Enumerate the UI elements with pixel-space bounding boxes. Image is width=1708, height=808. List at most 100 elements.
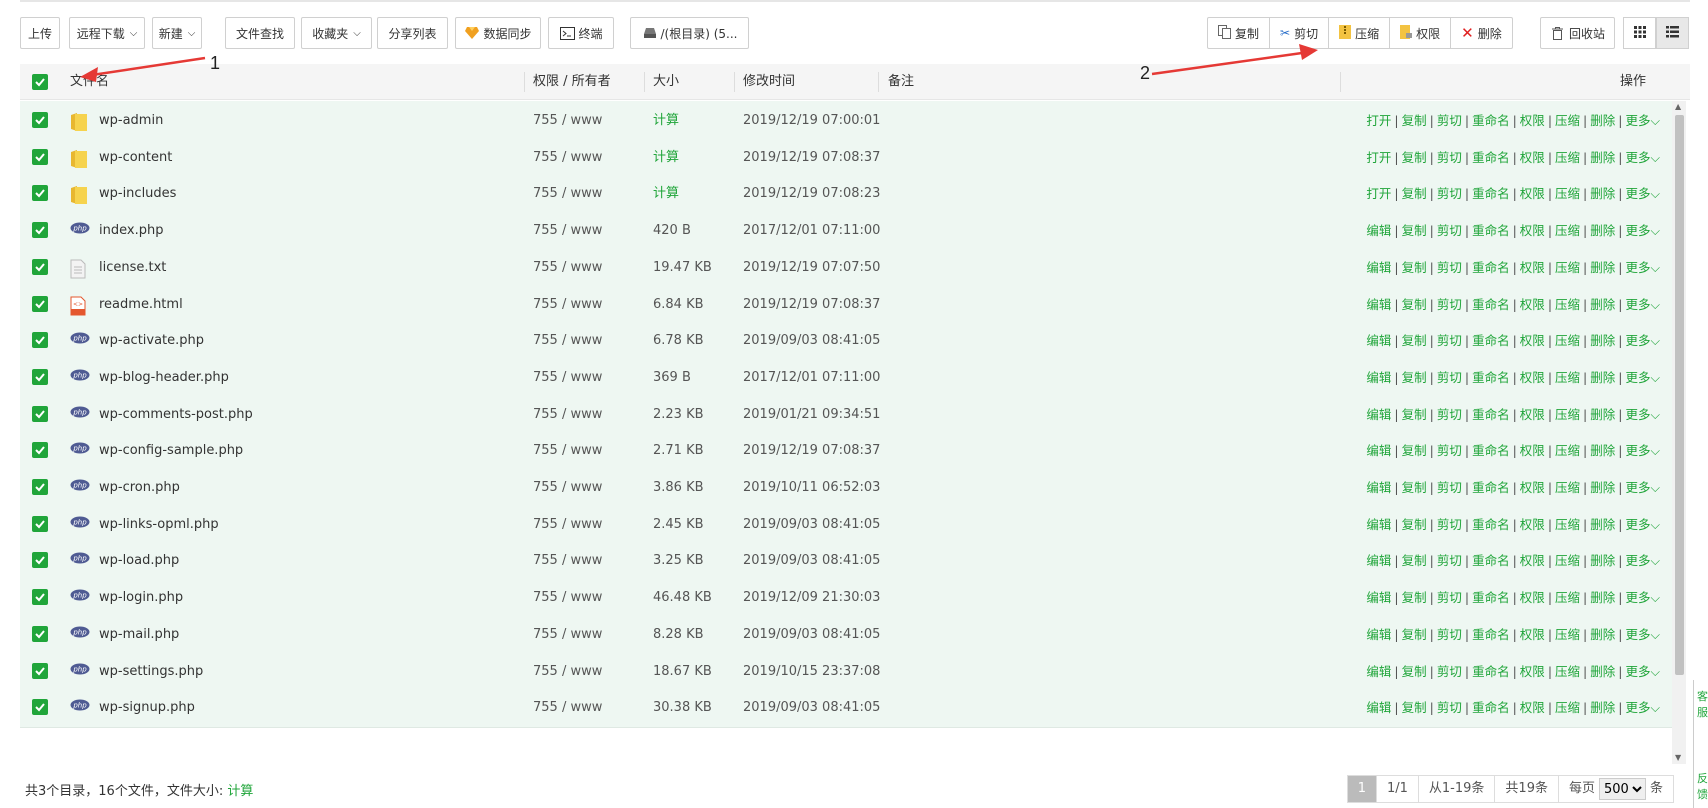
- calc-total-size-link[interactable]: 计算: [227, 784, 253, 799]
- row-action-item[interactable]: 复制: [1402, 443, 1427, 458]
- row-action-item[interactable]: 删除: [1590, 700, 1615, 715]
- header-mtime[interactable]: 修改时间: [743, 64, 795, 100]
- row-action-more[interactable]: 更多: [1626, 700, 1651, 715]
- row-action-item[interactable]: 删除: [1590, 627, 1615, 642]
- file-name[interactable]: license.txt: [99, 248, 166, 288]
- scroll-down-icon[interactable]: ▼: [1675, 754, 1683, 762]
- row-action-item[interactable]: 复制: [1402, 297, 1427, 312]
- file-size[interactable]: 计算: [653, 138, 679, 178]
- file-name[interactable]: wp-activate.php: [99, 321, 204, 361]
- row-action-item[interactable]: 编辑: [1366, 407, 1391, 422]
- row-action-item[interactable]: 权限: [1520, 297, 1545, 312]
- grid-view-button[interactable]: [1623, 17, 1656, 49]
- table-row[interactable]: php wp-mail.php 755 / www 8.28 KB 2019/0…: [20, 614, 1672, 655]
- row-action-item[interactable]: 压缩: [1555, 700, 1580, 715]
- row-action-item[interactable]: 压缩: [1555, 480, 1580, 495]
- row-action-item[interactable]: 删除: [1590, 113, 1615, 128]
- file-perm[interactable]: 755 / www: [533, 138, 602, 178]
- row-action-item[interactable]: 删除: [1590, 370, 1615, 385]
- row-action-item[interactable]: 重命名: [1472, 297, 1510, 312]
- row-action-item[interactable]: 重命名: [1472, 113, 1510, 128]
- file-perm[interactable]: 755 / www: [533, 578, 602, 618]
- row-action-item[interactable]: 删除: [1590, 480, 1615, 495]
- row-action-item[interactable]: 权限: [1520, 517, 1545, 532]
- header-name[interactable]: 文件名: [70, 64, 109, 100]
- row-action-item[interactable]: 编辑: [1366, 443, 1391, 458]
- per-page-select[interactable]: 500: [1598, 778, 1646, 800]
- row-action-item[interactable]: 重命名: [1472, 553, 1510, 568]
- row-action-item[interactable]: 删除: [1590, 517, 1615, 532]
- row-action-more[interactable]: 更多: [1626, 480, 1651, 495]
- row-action-item[interactable]: 删除: [1590, 260, 1615, 275]
- file-perm[interactable]: 755 / www: [533, 101, 602, 141]
- table-row[interactable]: php wp-blog-header.php 755 / www 369 B 2…: [20, 357, 1672, 398]
- table-row[interactable]: wp-includes 755 / www 计算 2019/12/19 07:0…: [20, 174, 1672, 215]
- row-action-item[interactable]: 剪切: [1437, 186, 1462, 201]
- row-action-item[interactable]: 重命名: [1472, 517, 1510, 532]
- file-name[interactable]: wp-config-sample.php: [99, 431, 243, 471]
- file-name[interactable]: wp-settings.php: [99, 652, 203, 692]
- row-action-item[interactable]: 删除: [1590, 590, 1615, 605]
- row-action-item[interactable]: 重命名: [1472, 664, 1510, 679]
- row-action-item[interactable]: 权限: [1520, 627, 1545, 642]
- table-row[interactable]: php wp-activate.php 755 / www 6.78 KB 20…: [20, 321, 1672, 362]
- file-perm[interactable]: 755 / www: [533, 505, 602, 545]
- row-checkbox[interactable]: [32, 332, 48, 349]
- file-name[interactable]: index.php: [99, 211, 163, 251]
- row-checkbox[interactable]: [32, 552, 48, 569]
- header-perm[interactable]: 权限 / 所有者: [533, 64, 611, 100]
- file-size[interactable]: 计算: [653, 174, 679, 214]
- row-action-item[interactable]: 剪切: [1437, 517, 1462, 532]
- row-action-item[interactable]: 权限: [1520, 443, 1545, 458]
- row-action-item[interactable]: 删除: [1590, 297, 1615, 312]
- row-action-item[interactable]: 删除: [1590, 223, 1615, 238]
- file-perm[interactable]: 755 / www: [533, 615, 602, 655]
- row-action-item[interactable]: 编辑: [1366, 333, 1391, 348]
- row-action-item[interactable]: 复制: [1402, 260, 1427, 275]
- row-action-more[interactable]: 更多: [1626, 186, 1651, 201]
- scrollbar-thumb[interactable]: [1675, 115, 1684, 675]
- row-checkbox[interactable]: [32, 295, 48, 312]
- row-action-item[interactable]: 压缩: [1555, 333, 1580, 348]
- delete-button[interactable]: ✕ 删除: [1451, 18, 1512, 48]
- row-action-item[interactable]: 复制: [1402, 664, 1427, 679]
- row-action-item[interactable]: 压缩: [1555, 150, 1580, 165]
- row-action-item[interactable]: 删除: [1590, 333, 1615, 348]
- row-action-item[interactable]: 权限: [1520, 553, 1545, 568]
- row-action-item[interactable]: 压缩: [1555, 407, 1580, 422]
- row-action-item[interactable]: 编辑: [1366, 590, 1391, 605]
- row-action-item[interactable]: 权限: [1520, 260, 1545, 275]
- row-checkbox[interactable]: [32, 405, 48, 422]
- scroll-up-icon[interactable]: ▲: [1675, 103, 1683, 111]
- row-action-item[interactable]: 剪切: [1437, 223, 1462, 238]
- row-action-item[interactable]: 权限: [1520, 186, 1545, 201]
- row-action-item[interactable]: 权限: [1520, 370, 1545, 385]
- row-action-more[interactable]: 更多: [1626, 553, 1651, 568]
- row-action-item[interactable]: 复制: [1402, 700, 1427, 715]
- row-action-item[interactable]: 压缩: [1555, 664, 1580, 679]
- row-action-item[interactable]: 编辑: [1366, 553, 1391, 568]
- row-action-more[interactable]: 更多: [1626, 297, 1651, 312]
- file-perm[interactable]: 755 / www: [533, 174, 602, 214]
- side-help-widget[interactable]: 客服 反馈: [1693, 680, 1708, 808]
- file-perm[interactable]: 755 / www: [533, 468, 602, 508]
- row-action-item[interactable]: 复制: [1402, 186, 1427, 201]
- list-view-button[interactable]: [1656, 17, 1689, 49]
- row-checkbox[interactable]: [32, 515, 48, 532]
- table-row[interactable]: php wp-settings.php 755 / www 18.67 KB 2…: [20, 651, 1672, 692]
- row-action-item[interactable]: 压缩: [1555, 443, 1580, 458]
- permission-button[interactable]: 权限: [1390, 18, 1452, 48]
- row-action-item[interactable]: 打开: [1366, 186, 1391, 201]
- row-action-item[interactable]: 复制: [1402, 370, 1427, 385]
- row-checkbox[interactable]: [32, 479, 48, 495]
- row-action-more[interactable]: 更多: [1626, 113, 1651, 128]
- page-current[interactable]: 1: [1347, 776, 1377, 802]
- row-action-item[interactable]: 复制: [1402, 223, 1427, 238]
- row-action-item[interactable]: 权限: [1520, 333, 1545, 348]
- row-action-item[interactable]: 复制: [1402, 333, 1427, 348]
- row-action-item[interactable]: 删除: [1590, 443, 1615, 458]
- row-action-item[interactable]: 权限: [1520, 223, 1545, 238]
- row-action-item[interactable]: 复制: [1402, 553, 1427, 568]
- row-action-item[interactable]: 删除: [1590, 553, 1615, 568]
- row-action-item[interactable]: 权限: [1520, 590, 1545, 605]
